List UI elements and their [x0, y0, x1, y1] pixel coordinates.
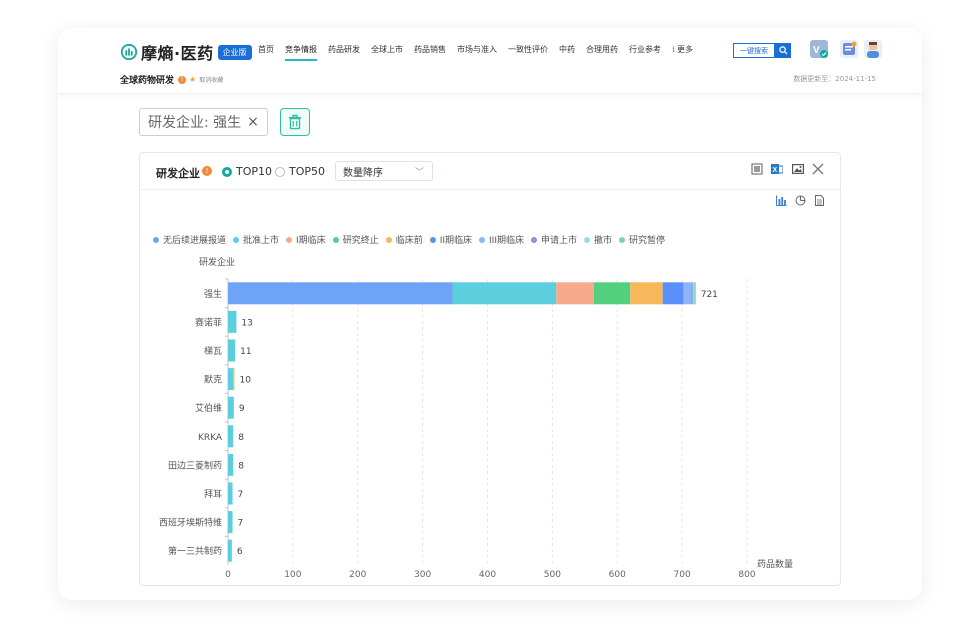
message-icon[interactable]	[840, 40, 858, 58]
search-icon	[778, 46, 788, 55]
menu-item-more[interactable]: ⁞ 更多	[672, 44, 693, 61]
menu-item[interactable]: 市场与准入	[457, 44, 497, 61]
category-label: 默克	[204, 375, 222, 386]
user-avatar[interactable]	[864, 40, 882, 58]
bar-value-label: 7	[238, 490, 244, 500]
bar-segment	[228, 396, 234, 419]
unfavorite-link[interactable]: 取消收藏	[199, 75, 223, 84]
logo-icon	[120, 43, 138, 61]
bar-segment	[683, 282, 692, 305]
chart-panel: 研发企业 ! TOP10 TOP50 数量降序 ﹀ X 无后续进展报道 批准上市…	[139, 152, 841, 586]
x-tick-label: 500	[544, 570, 561, 580]
vip-icon[interactable]: V	[810, 40, 828, 58]
bar-segment	[228, 368, 234, 391]
brand[interactable]: 摩熵·医药 企业版	[120, 40, 252, 64]
filter-chip-label: 研发企业: 强生	[148, 115, 242, 131]
edition-badge: 企业版	[217, 44, 252, 60]
category-label: 强生	[204, 288, 222, 300]
x-tick-label: 300	[414, 570, 431, 580]
x-tick-label: 100	[284, 570, 301, 580]
x-axis-title: 药品数量	[757, 558, 793, 570]
quick-search[interactable]: 一键搜索	[733, 43, 791, 58]
x-tick-label: 400	[479, 570, 496, 580]
search-button[interactable]	[775, 43, 791, 58]
menu-item[interactable]: 行业参考	[629, 44, 661, 61]
bar-segment	[692, 282, 695, 305]
info-icon[interactable]: !	[178, 75, 187, 84]
bar-value-label: 7	[238, 519, 244, 529]
category-label: 拜耳	[204, 489, 222, 500]
close-icon[interactable]: ×	[247, 114, 259, 130]
menu-item[interactable]: 药品研发	[328, 44, 360, 61]
x-tick-label: 700	[674, 570, 691, 580]
star-icon[interactable]: ★	[189, 75, 196, 84]
menu-item[interactable]: 合理用药	[586, 44, 618, 61]
bar-value-label: 10	[239, 376, 251, 386]
bar-segment	[556, 282, 594, 305]
x-tick-label: 800	[738, 570, 755, 580]
menu-item[interactable]: 首页	[258, 44, 274, 61]
bar-segment	[452, 282, 557, 305]
filter-chip[interactable]: 研发企业: 强生 ×	[139, 108, 268, 136]
bar-segment	[228, 282, 453, 305]
bar-segment	[662, 282, 684, 305]
clear-filters-button[interactable]	[280, 108, 310, 136]
app-window: 摩熵·医药 企业版 首页 竞争情报 药品研发 全球上市 药品销售 市场与准入 一致性评价 中药…	[58, 28, 922, 600]
bar-segment	[228, 339, 236, 362]
grid-icon: ⁞	[672, 45, 676, 54]
brand-name: 摩熵·医药	[141, 44, 214, 63]
trash-icon	[289, 114, 301, 130]
bar-segment	[228, 453, 234, 476]
category-label: 第一三共制药	[168, 545, 222, 557]
bar-value-label: 13	[241, 318, 252, 328]
bar-segment	[228, 482, 233, 505]
data-update-text: 数据更新至：2024-11-15	[793, 75, 876, 83]
bar-segment	[630, 282, 663, 305]
svg-text:V: V	[813, 45, 820, 56]
x-tick-label: 600	[609, 570, 626, 580]
bar-segment	[593, 282, 631, 305]
page-header: 全球药物研发 ! ★ 取消收藏	[120, 73, 223, 86]
bar-value-label: 6	[237, 547, 243, 557]
bar-segment	[228, 425, 234, 448]
bar-segment	[228, 310, 237, 333]
bar-value-label: 11	[240, 347, 251, 357]
menu-item[interactable]: 一致性评价	[508, 44, 548, 61]
top-navigation: 摩熵·医药 企业版 首页 竞争情报 药品研发 全球上市 药品销售 市场与准入 一致性评价 中药…	[58, 28, 922, 94]
bar-segment	[233, 368, 235, 391]
menu-item[interactable]: 全球上市	[371, 44, 403, 61]
bar-segment	[694, 282, 696, 305]
category-label: 梯瓦	[204, 345, 222, 357]
menu-item-more-label: 更多	[677, 45, 694, 54]
category-label: KRKA	[198, 433, 223, 443]
x-tick-label: 200	[349, 570, 366, 580]
x-tick-label: 0	[225, 570, 231, 580]
menu-item[interactable]: 药品销售	[414, 44, 446, 61]
bar-value-label: 8	[238, 461, 244, 471]
bar-segment	[228, 539, 232, 562]
bar-value-label: 721	[701, 290, 718, 300]
quick-search-field[interactable]: 一键搜索	[733, 43, 775, 58]
page-title: 全球药物研发	[120, 76, 175, 86]
bar-segment	[691, 282, 693, 305]
category-label: 赛诺菲	[195, 316, 222, 328]
main-menu: 首页 竞争情报 药品研发 全球上市 药品销售 市场与准入 一致性评价 中药 合理用药 行业参考 ⁞ 更…	[258, 44, 704, 61]
bar-value-label: 8	[238, 433, 244, 443]
category-label: 田边三菱制药	[168, 459, 222, 471]
stacked-bar-chart: 0 100 200 300 400 500 600 700 800药品数量 强生 721 赛诺菲 13 梯…	[159, 278, 793, 580]
bar-value-label: 9	[239, 404, 245, 414]
bar-segment	[228, 511, 233, 534]
menu-item[interactable]: 中药	[559, 44, 575, 61]
menu-item[interactable]: 竞争情报	[285, 44, 317, 61]
category-label: 艾伯维	[195, 402, 222, 414]
category-label: 西班牙埃斯特维	[159, 517, 222, 529]
